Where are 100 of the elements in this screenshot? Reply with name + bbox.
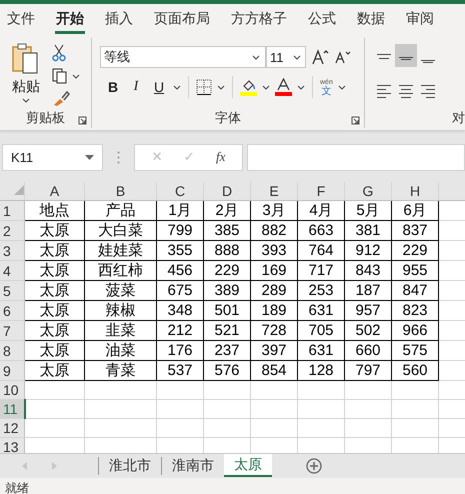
table-cell: 957: [344, 300, 392, 320]
brush-icon[interactable]: [52, 90, 70, 106]
align-middle-icon[interactable]: [395, 44, 417, 67]
row-header[interactable]: 2: [0, 220, 24, 240]
column-header[interactable]: C: [156, 182, 204, 200]
borders-icon[interactable]: [196, 79, 212, 95]
table-cell: 187: [344, 280, 392, 300]
ribbon-tab[interactable]: 开始: [55, 4, 85, 34]
table-cell: 576: [204, 360, 250, 380]
font-size-field[interactable]: 11: [266, 46, 306, 68]
row-header[interactable]: 3: [0, 240, 24, 260]
font-name-field[interactable]: 等线: [100, 46, 266, 68]
underline-button[interactable]: U: [150, 76, 168, 98]
grow-font-icon[interactable]: [312, 49, 329, 65]
name-box[interactable]: K11: [2, 144, 103, 170]
table-cell: 太原: [24, 320, 84, 340]
ribbon-tab[interactable]: 页面布局: [153, 4, 211, 34]
add-sheet-icon[interactable]: [306, 458, 322, 474]
column-header[interactable]: G: [344, 182, 392, 200]
table-cell: 397: [250, 340, 298, 360]
status-text: 就绪: [5, 481, 29, 494]
row-header[interactable]: 7: [0, 320, 24, 340]
table-cell: 289: [250, 280, 298, 300]
table-cell: 823: [392, 300, 438, 320]
scissors-icon[interactable]: [52, 44, 66, 62]
column-header[interactable]: B: [84, 182, 156, 200]
table-cell: 128: [298, 360, 344, 380]
table-cell: 3月: [250, 200, 298, 220]
table-cell: 385: [204, 220, 250, 240]
dialog-launcher-icon[interactable]: [78, 116, 87, 125]
column-header[interactable]: D: [204, 182, 250, 200]
sheet-tab[interactable]: 淮北市: [98, 457, 161, 475]
row-header[interactable]: 5: [0, 280, 24, 300]
shrink-font-icon[interactable]: [335, 50, 351, 64]
table-cell: 太原: [24, 360, 84, 380]
table-cell: 189: [250, 300, 298, 320]
column-header[interactable]: H: [392, 182, 438, 200]
table-cell: 764: [298, 240, 344, 260]
table-cell: 799: [156, 220, 204, 240]
table-cell: 389: [204, 280, 250, 300]
table-cell: 502: [344, 320, 392, 340]
table-cell: 393: [250, 240, 298, 260]
font-color-icon[interactable]: [275, 78, 292, 96]
table-cell: 2月: [204, 200, 250, 220]
table-cell: 产品: [84, 200, 156, 220]
italic-button[interactable]: I: [127, 76, 145, 98]
caret-icon: [252, 54, 260, 60]
bold-button[interactable]: B: [104, 76, 122, 98]
table-cell: 韭菜: [84, 320, 156, 340]
table-cell: 912: [344, 240, 392, 260]
table-cell: 229: [204, 260, 250, 280]
table-cell: 717: [298, 260, 344, 280]
row-header[interactable]: 10: [0, 380, 24, 400]
table-cell: 675: [156, 280, 204, 300]
table-cell: 229: [392, 240, 438, 260]
row-header[interactable]: 1: [0, 200, 24, 220]
column-header[interactable]: E: [250, 182, 298, 200]
row-header[interactable]: 8: [0, 340, 24, 360]
row-header[interactable]: 6: [0, 300, 24, 320]
paste-button[interactable]: 粘贴: [10, 42, 42, 108]
formula-input[interactable]: [247, 144, 465, 170]
row-header[interactable]: 11: [0, 400, 24, 418]
table-cell: 882: [250, 220, 298, 240]
table-cell: 娃娃菜: [84, 240, 156, 260]
ribbon-tab[interactable]: 文件: [6, 4, 36, 34]
table-cell: 太原: [24, 220, 84, 240]
table-cell: 797: [344, 360, 392, 380]
table-cell: 253: [298, 280, 344, 300]
table-cell: 854: [250, 360, 298, 380]
column-header[interactable]: F: [298, 182, 344, 200]
table-cell: 青菜: [84, 360, 156, 380]
ribbon-tab[interactable]: 插入: [104, 4, 134, 34]
table-cell: 663: [298, 220, 344, 240]
row-header[interactable]: 4: [0, 260, 24, 280]
fill-color-icon[interactable]: [240, 78, 257, 96]
group-label: 对: [452, 109, 465, 127]
dialog-launcher-icon[interactable]: [351, 116, 360, 125]
caret-icon[interactable]: [85, 154, 94, 160]
row-header[interactable]: 12: [0, 418, 24, 438]
ribbon-tab[interactable]: 方方格子: [230, 4, 288, 34]
ribbon-tab[interactable]: 数据: [356, 4, 386, 34]
sheet-tab[interactable]: 太原: [224, 454, 272, 477]
group-label: 字体: [215, 109, 241, 127]
group-label: 剪贴板: [26, 109, 65, 127]
table-cell: 631: [298, 340, 344, 360]
table-cell: 660: [344, 340, 392, 360]
row-header[interactable]: 13: [0, 438, 24, 453]
row-header[interactable]: 9: [0, 360, 24, 380]
ribbon-tab[interactable]: 公式: [307, 4, 337, 34]
table-cell: 西红柿: [84, 260, 156, 280]
column-header[interactable]: A: [24, 182, 84, 200]
table-cell: 5月: [344, 200, 392, 220]
table-cell: 705: [298, 320, 344, 340]
table-cell: 355: [156, 240, 204, 260]
insert-function-button[interactable]: fx: [216, 149, 226, 165]
copy-icon[interactable]: [52, 68, 80, 84]
ribbon-tab[interactable]: 审阅: [405, 4, 435, 34]
table-cell: 501: [204, 300, 250, 320]
grip-icon: [117, 150, 120, 164]
table-cell: 太原: [24, 300, 84, 320]
